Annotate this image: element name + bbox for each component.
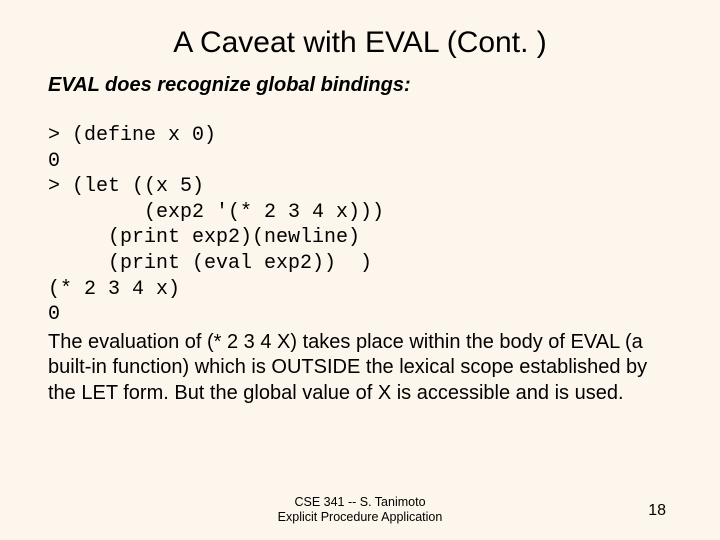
slide-title: A Caveat with EVAL (Cont. ) <box>48 26 672 60</box>
page-number: 18 <box>648 502 666 520</box>
footer-course: CSE 341 -- S. Tanimoto <box>0 495 720 511</box>
footer-topic: Explicit Procedure Application <box>0 510 720 526</box>
slide-subtitle: EVAL does recognize global bindings: <box>48 74 672 97</box>
slide-footer: CSE 341 -- S. Tanimoto Explicit Procedur… <box>0 495 720 526</box>
code-block: > (define x 0) 0 > (let ((x 5) (exp2 '(*… <box>48 123 672 328</box>
explanation-text: The evaluation of (* 2 3 4 X) takes plac… <box>48 330 672 407</box>
